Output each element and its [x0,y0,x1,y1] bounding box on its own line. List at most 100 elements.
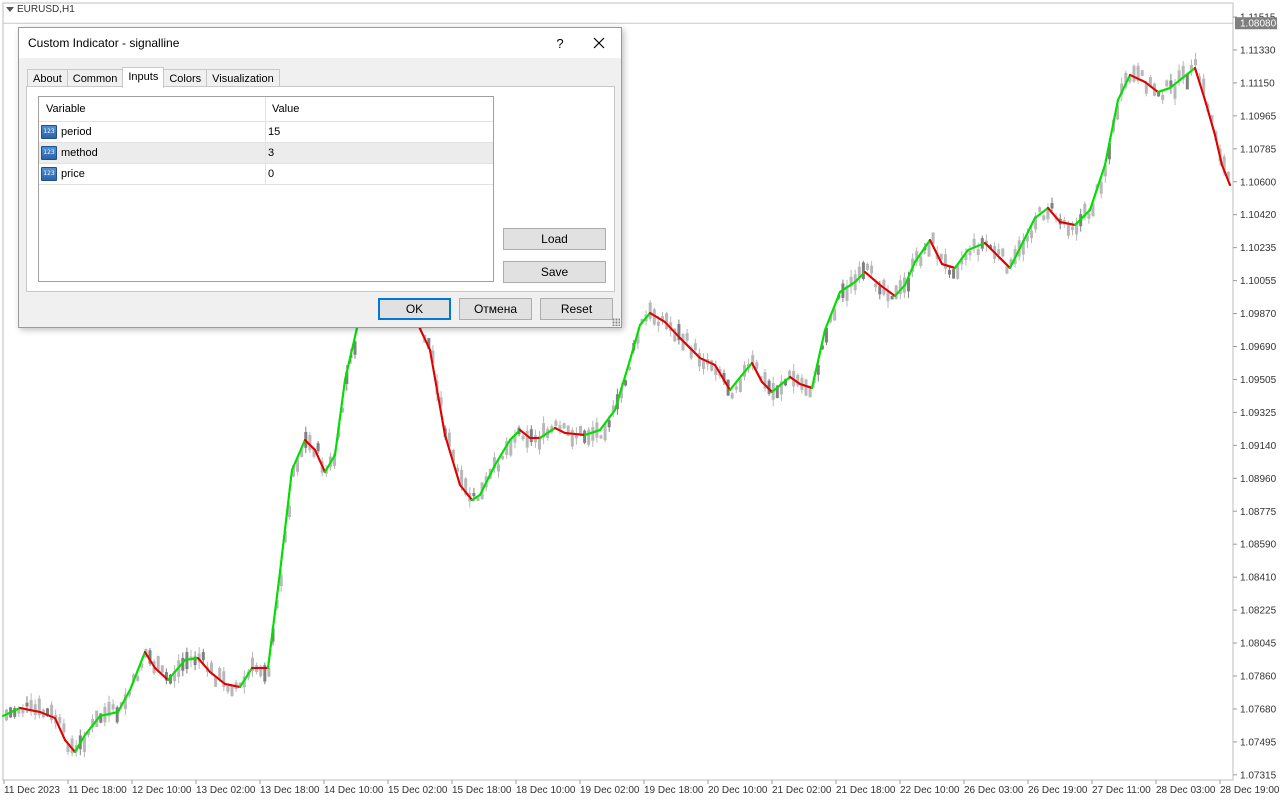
candle-body [501,456,505,460]
price-label: 1.07860 [1240,672,1277,683]
save-button[interactable]: Save [503,261,606,283]
candle-body [476,497,480,501]
tab-inputs[interactable]: Inputs [122,67,165,88]
price-label: 1.07315 [1240,770,1277,781]
signal-line-segment [599,409,616,431]
table-row[interactable]: 123 price 0 [39,164,493,185]
signal-line-segment [1157,87,1171,93]
price-label: 1.09690 [1240,342,1277,353]
candle-body [968,250,972,256]
price-label: 1.11150 [1240,78,1275,89]
candle-body [62,723,66,733]
candle-body [607,420,611,428]
candle-body [734,386,738,390]
candle-body [554,420,558,427]
price-label: 1.10420 [1240,210,1277,221]
integer-type-icon: 123 [41,125,57,139]
candle-body [1066,224,1070,236]
candle-body [587,429,591,445]
candle-body [1005,266,1009,274]
inputs-panel: Variable Value 123 period 15 123 method … [26,86,615,292]
price-label: 1.10055 [1240,276,1277,287]
candle-body [738,378,742,392]
load-button[interactable]: Load [503,228,606,250]
time-label: 11 Dec 2023 [4,785,60,796]
price-label: 1.08590 [1240,540,1277,551]
candle-body [1161,94,1165,101]
time-label: 21 Dec 02:00 [772,785,832,796]
cancel-button[interactable]: Отмена [459,298,532,320]
resize-grip-icon[interactable] [612,318,620,326]
candle-body [730,393,734,399]
tab-about[interactable]: About [27,69,68,87]
signal-line-segment [824,291,841,331]
variable-name: price [61,168,85,180]
time-label: 13 Dec 02:00 [196,785,256,796]
candle-body [29,700,33,710]
candle-body [648,302,652,319]
price-label: 1.09870 [1240,309,1277,320]
candle-body [521,436,525,440]
dialog-title: Custom Indicator - signalline [28,36,180,50]
candle-body [267,667,271,677]
signal-line-segment [614,359,631,411]
candle-body [1042,215,1046,221]
signal-line-segment [929,239,943,265]
candle-body [861,262,865,279]
chevron-down-icon[interactable] [6,7,14,12]
price-label: 1.10600 [1240,177,1277,188]
value-cell[interactable]: 0 [266,164,493,184]
time-label: 20 Dec 10:00 [708,785,768,796]
help-button[interactable]: ? [549,32,571,54]
candle-body [878,286,882,295]
variable-cell: 123 method [39,143,266,163]
close-button[interactable] [585,31,613,55]
candle-body [33,704,37,715]
tab-visualization[interactable]: Visualization [206,69,280,87]
time-label: 18 Dec 10:00 [516,785,576,796]
tab-colors[interactable]: Colors [163,69,208,87]
signal-line-segment [129,651,146,691]
candle-body [115,707,119,723]
value-cell[interactable]: 3 [266,143,493,163]
candle-body [201,652,205,661]
reset-button[interactable]: Reset [540,298,613,320]
ok-button[interactable]: OK [378,298,451,320]
candle-body [111,704,115,710]
signal-line-segment [279,469,293,573]
price-label: 1.10785 [1240,144,1277,155]
candle-body [591,427,595,441]
signal-line-segment [267,571,281,669]
integer-type-icon: 123 [41,167,57,181]
candle-body [755,362,759,369]
candle-body [890,295,894,300]
value-cell[interactable]: 15 [266,122,493,142]
candle-body [1185,74,1189,90]
variable-cell: 123 period [39,122,266,142]
dialog-titlebar[interactable]: Custom Indicator - signalline ? [19,28,621,58]
candle-body [1001,248,1005,257]
tab-common[interactable]: Common [66,69,124,87]
price-label: 1.07495 [1240,737,1277,748]
variable-cell: 123 price [39,164,266,184]
price-label: 1.09325 [1240,408,1277,419]
signal-line-segment [314,449,326,473]
time-label: 26 Dec 19:00 [1028,785,1088,796]
candle-body [874,283,878,288]
table-row[interactable]: 123 method 3 [39,143,493,164]
close-icon [593,37,605,49]
price-label: 1.10235 [1240,243,1277,254]
signal-line-segment [334,379,346,456]
column-header-value[interactable]: Value [266,97,493,121]
time-label: 19 Dec 18:00 [644,785,704,796]
column-header-variable[interactable]: Variable [39,97,266,121]
candle-body [1173,85,1177,99]
price-label: 1.08045 [1240,639,1277,650]
signal-line-segment [1117,74,1131,101]
candle-body [997,249,1001,255]
candle-body [665,313,669,330]
table-row[interactable]: 123 period 15 [39,122,493,143]
candle-body [919,256,923,266]
symbol-label[interactable]: EURUSD,H1 [6,4,75,15]
integer-type-icon: 123 [41,146,57,160]
